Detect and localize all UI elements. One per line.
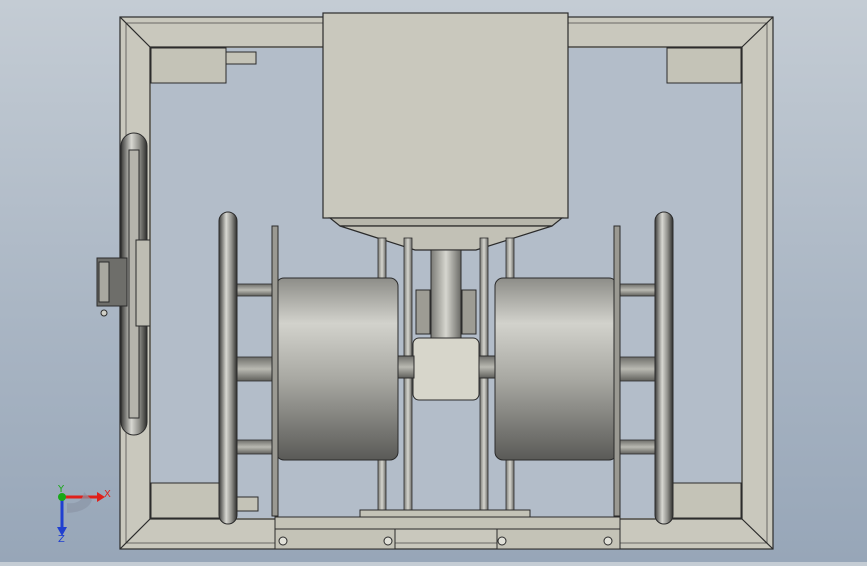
assembly-drawing: X Y Z xyxy=(57,12,774,550)
top-right-bracket xyxy=(666,47,742,84)
y-axis-label: Y xyxy=(57,484,65,495)
left-wheel xyxy=(218,211,238,525)
cad-viewport[interactable]: X Y Z xyxy=(0,0,867,562)
right-wheel xyxy=(654,211,674,525)
triad-plane xyxy=(67,492,92,513)
orientation-triad: X Y Z xyxy=(57,484,111,545)
z-axis-label: Z xyxy=(58,534,65,545)
x-axis-label: X xyxy=(104,489,111,500)
motor-housing xyxy=(322,12,569,251)
bottom-right-bracket xyxy=(671,482,742,519)
handwheel xyxy=(96,132,151,436)
